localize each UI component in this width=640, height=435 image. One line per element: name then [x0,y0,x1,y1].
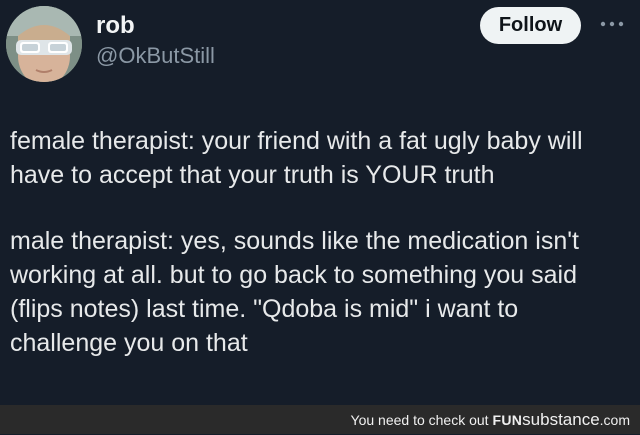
tweet-paragraph: male therapist: yes, sounds like the med… [10,227,579,357]
watermark-brand-tld: .com [599,412,630,428]
author-name[interactable]: rob [96,12,135,40]
follow-button[interactable]: Follow [480,7,581,44]
author-handle[interactable]: @OkButStill [96,42,215,70]
watermark-text: You need to check out FUNsubstance.com [351,405,630,435]
watermark-brand-substance: substance [522,410,600,429]
tweet-text: female therapist: your friend with a fat… [10,124,630,360]
avatar-photo [6,6,82,82]
watermark-bar: You need to check out FUNsubstance.com [0,405,640,434]
ellipsis-icon[interactable] [598,16,626,32]
avatar[interactable] [6,6,82,82]
watermark-brand-fun: FUN [492,412,523,428]
watermark-prefix: You need to check out [350,412,489,428]
tweet-paragraph: female therapist: your friend with a fat… [10,127,583,189]
tweet-card: rob @OkButStill Follow female therapist:… [0,0,640,405]
